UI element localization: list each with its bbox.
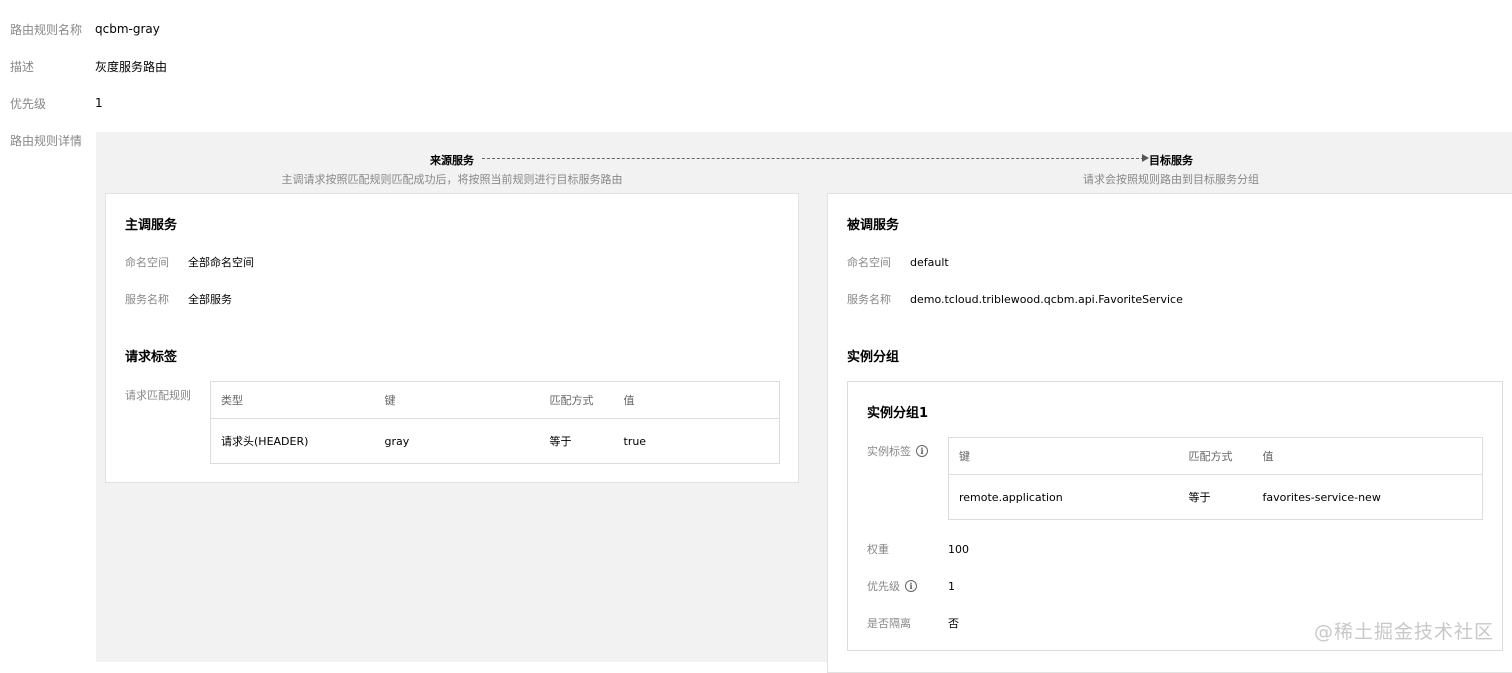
- instance-groups-title: 实例分组: [847, 346, 899, 365]
- table-header-cell: 类型: [211, 382, 375, 419]
- caller-panel: 主调服务 命名空间 全部命名空间 服务名称 全部服务 请求标签 请求匹配规则 类…: [105, 193, 799, 483]
- caller-namespace-label: 命名空间: [125, 254, 188, 270]
- rule-desc-value: 灰度服务路由: [95, 58, 167, 75]
- table-cell: 等于: [1179, 475, 1253, 520]
- table-cell: remote.application: [949, 475, 1179, 520]
- table-header-cell: 匹配方式: [1179, 438, 1253, 475]
- rule-desc-row: 描述 灰度服务路由: [10, 56, 167, 76]
- table-cell: 等于: [540, 419, 614, 464]
- callee-namespace-value: default: [910, 256, 949, 269]
- caller-namespace-row: 命名空间 全部命名空间: [125, 253, 254, 271]
- isolate-value: 否: [948, 615, 959, 631]
- group-priority-row: 优先级 i 1: [867, 577, 955, 595]
- weight-row: 权重 100: [867, 540, 969, 558]
- table-row: 请求头(HEADER) gray 等于 true: [211, 419, 780, 464]
- callee-panel: 被调服务 命名空间 default 服务名称 demo.tcloud.tribl…: [827, 193, 1512, 673]
- table-header-cell: 值: [1253, 438, 1483, 475]
- caller-namespace-value: 全部命名空间: [188, 254, 254, 270]
- table-header-row: 键 匹配方式 值: [949, 438, 1483, 475]
- table-header-cell: 匹配方式: [540, 382, 614, 419]
- rule-name-value: qcbm-gray: [95, 22, 160, 36]
- rule-detail-label: 路由规则详情: [10, 132, 82, 149]
- callee-service-label: 服务名称: [847, 291, 910, 307]
- callee-service-row: 服务名称 demo.tcloud.triblewood.qcbm.api.Fav…: [847, 290, 1183, 308]
- caller-service-label: 服务名称: [125, 291, 188, 307]
- flow-target-title: 目标服务: [1056, 152, 1286, 168]
- isolate-row: 是否隔离 否: [867, 614, 959, 632]
- instance-group-title: 实例分组1: [867, 402, 928, 421]
- group-priority-value: 1: [948, 580, 955, 593]
- table-cell: 请求头(HEADER): [211, 419, 375, 464]
- flow-source-title: 来源服务: [266, 152, 638, 168]
- match-rule-label: 请求匹配规则: [125, 387, 191, 403]
- callee-namespace-label: 命名空间: [847, 254, 910, 270]
- flow-source-desc: 主调请求按照匹配规则匹配成功后，将按照当前规则进行目标服务路由: [266, 171, 638, 187]
- request-match-table: 类型 键 匹配方式 值 请求头(HEADER) gray 等于 true: [210, 381, 780, 464]
- group-priority-label-wrap: 优先级 i: [867, 578, 948, 594]
- table-header-cell: 值: [614, 382, 780, 419]
- instance-group-box: 实例分组1 实例标签 i 键 匹配方式 值 remote.ap: [847, 381, 1503, 651]
- table-cell: favorites-service-new: [1253, 475, 1483, 520]
- flow-dashed-line: [482, 158, 1144, 159]
- caller-service-value: 全部服务: [188, 291, 232, 307]
- info-icon[interactable]: i: [916, 445, 928, 457]
- rule-detail-area: 来源服务 主调请求按照匹配规则匹配成功后，将按照当前规则进行目标服务路由 目标服…: [96, 132, 1512, 662]
- rule-desc-label: 描述: [10, 58, 95, 75]
- flow-target-desc: 请求会按照规则路由到目标服务分组: [1056, 171, 1286, 187]
- table-cell: true: [614, 419, 780, 464]
- weight-label: 权重: [867, 541, 948, 557]
- table-header-cell: 键: [375, 382, 540, 419]
- callee-namespace-row: 命名空间 default: [847, 253, 949, 271]
- watermark: @稀土掘金技术社区: [1314, 617, 1494, 644]
- instance-tag-label: 实例标签: [867, 443, 911, 459]
- request-tags-title: 请求标签: [125, 346, 177, 365]
- instance-tag-label-wrap: 实例标签 i: [867, 443, 928, 459]
- flow-target: 目标服务 请求会按照规则路由到目标服务分组: [1056, 152, 1286, 187]
- instance-tag-table: 键 匹配方式 值 remote.application 等于 favorites…: [948, 437, 1483, 520]
- table-header-row: 类型 键 匹配方式 值: [211, 382, 780, 419]
- match-rule-label-row: 请求匹配规则: [125, 386, 191, 404]
- table-cell: gray: [375, 419, 540, 464]
- table-row: remote.application 等于 favorites-service-…: [949, 475, 1483, 520]
- rule-priority-value: 1: [95, 96, 103, 110]
- rule-priority-label: 优先级: [10, 95, 95, 112]
- caller-title: 主调服务: [125, 214, 177, 233]
- callee-service-value: demo.tcloud.triblewood.qcbm.api.Favorite…: [910, 293, 1183, 306]
- rule-name-label: 路由规则名称: [10, 21, 95, 38]
- group-priority-label: 优先级: [867, 578, 900, 594]
- rule-name-row: 路由规则名称 qcbm-gray: [10, 19, 160, 39]
- info-icon[interactable]: i: [905, 580, 917, 592]
- callee-title: 被调服务: [847, 214, 899, 233]
- caller-service-row: 服务名称 全部服务: [125, 290, 232, 308]
- weight-value: 100: [948, 543, 969, 556]
- instance-tag-label-row: 实例标签 i: [867, 442, 928, 460]
- table-header-cell: 键: [949, 438, 1179, 475]
- isolate-label: 是否隔离: [867, 615, 948, 631]
- rule-priority-row: 优先级 1: [10, 93, 103, 113]
